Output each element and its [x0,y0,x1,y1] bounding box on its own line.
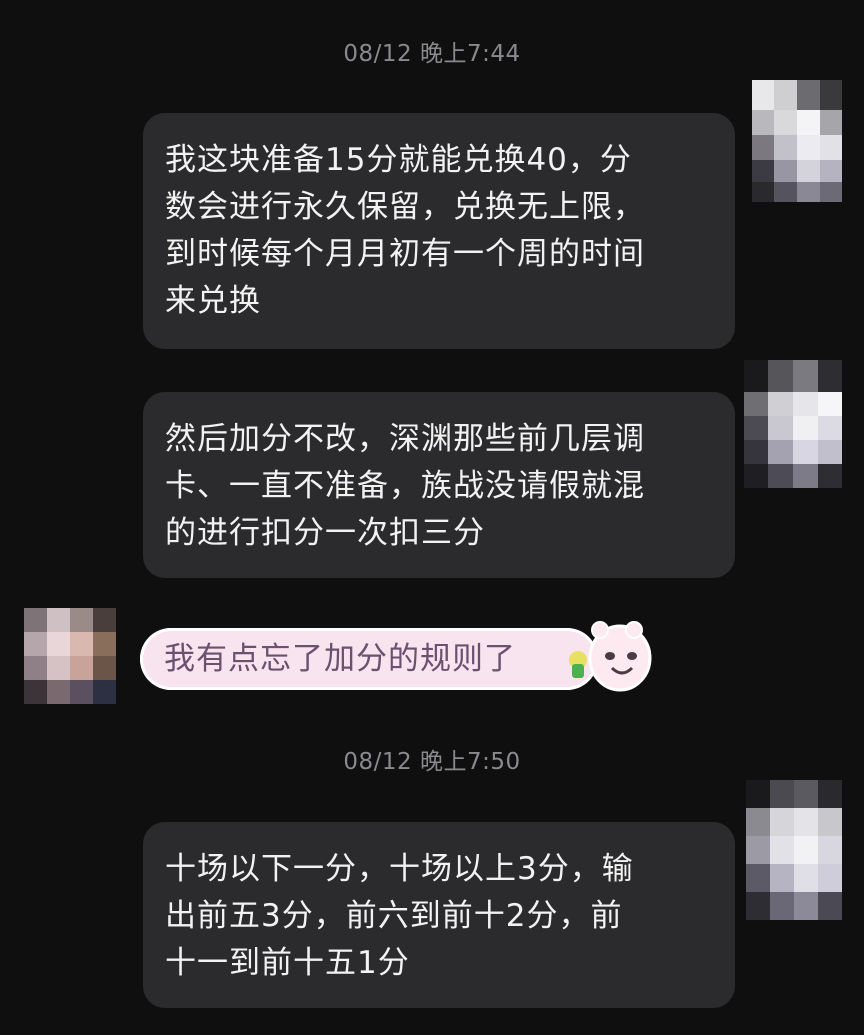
message-bubble-self[interactable]: 十场以下一分，十场以上3分，输 出前五3分，前六到前十2分，前 十一到前十五1分 [143,822,735,1008]
message-bubble-other[interactable]: 我有点忘了加分的规则了 [140,628,598,690]
self-avatar[interactable] [746,780,842,920]
message-text: 十一到前十五1分 [165,945,410,981]
message-text: 我有点忘了加分的规则了 [164,641,516,677]
self-avatar[interactable] [744,360,842,488]
message-text: 卡、一直不准备，族战没请假就混 [165,468,645,504]
cartoon-sticker-icon [560,618,652,698]
message-text: 的进行扣分一次扣三分 [165,515,485,551]
message-text: 然后加分不改，深渊那些前几层调 [165,421,645,457]
message-bubble-self[interactable]: 我这块准备15分就能兑换40，分 数会进行永久保留，兑换无上限， 到时候每个月月… [143,113,735,349]
message-text: 十场以下一分，十场以上3分，输 [165,851,634,887]
timestamp: 08/12 晚上7:50 [343,749,521,775]
message-bubble-self[interactable]: 然后加分不改，深渊那些前几层调 卡、一直不准备，族战没请假就混 的进行扣分一次扣… [143,392,735,578]
timestamp: 08/12 晚上7:44 [343,41,521,67]
message-text: 我这块准备15分就能兑换40，分 [165,142,632,178]
message-text: 数会进行永久保留，兑换无上限， [165,189,645,225]
message-text: 到时候每个月月初有一个周的时间 [165,236,645,272]
message-text: 来兑换 [165,283,261,319]
other-avatar[interactable] [24,608,116,704]
message-text: 出前五3分，前六到前十2分，前 [165,898,623,934]
self-avatar[interactable] [752,80,842,202]
